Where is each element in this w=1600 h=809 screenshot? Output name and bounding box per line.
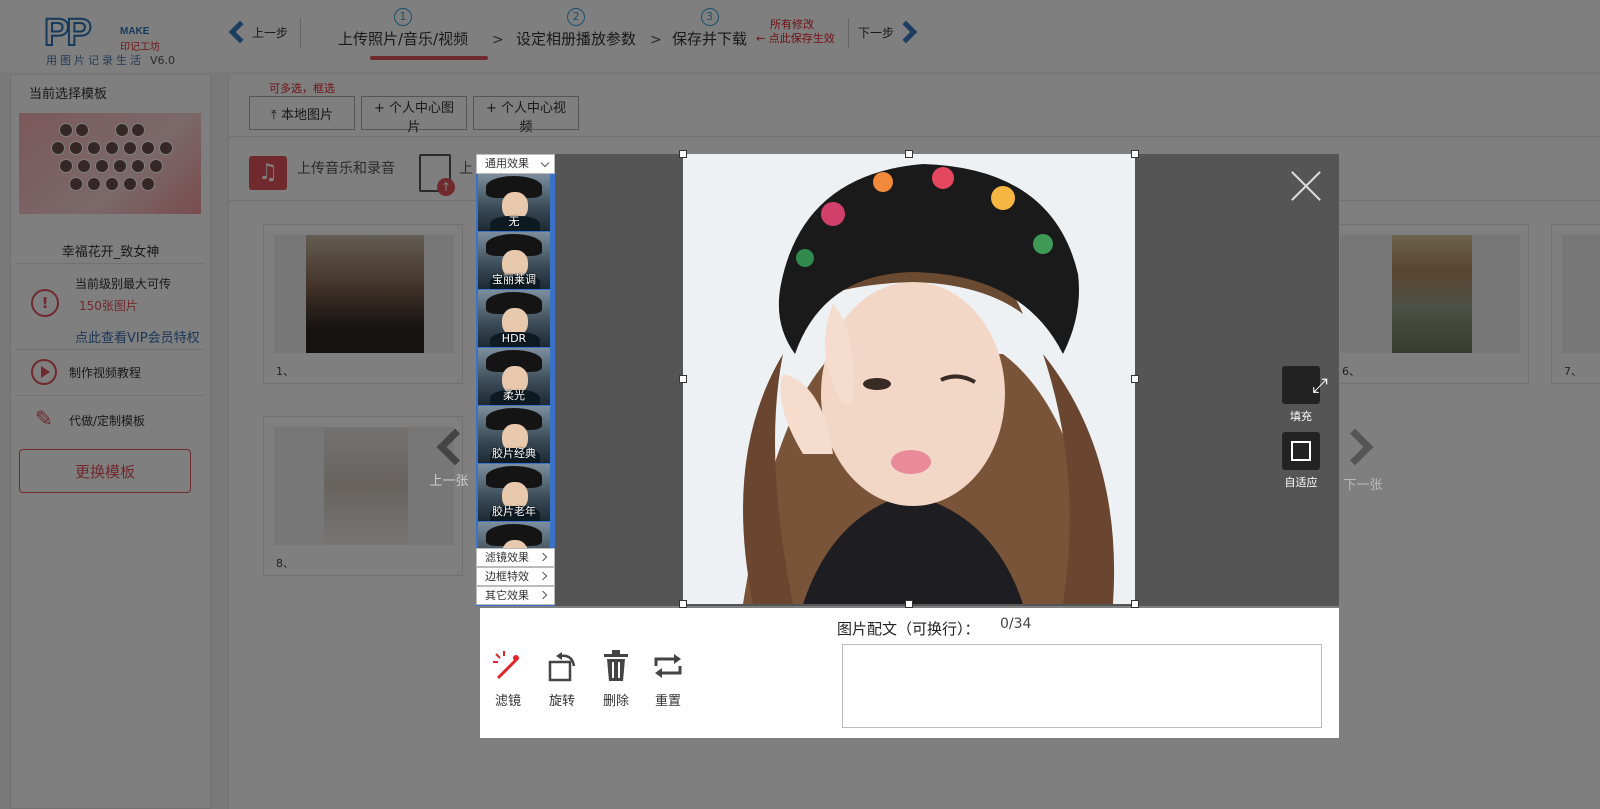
magic-wand-icon xyxy=(490,648,526,684)
rotate-tool-button[interactable]: 旋转 xyxy=(540,648,584,709)
caption-counter: 0/34 xyxy=(1000,616,1032,632)
resize-handle[interactable] xyxy=(1131,600,1139,608)
expand-icon: ⤢ xyxy=(1312,373,1328,397)
effect-none[interactable]: 无 xyxy=(478,174,550,231)
menu-filter-effects[interactable]: 滤镜效果 xyxy=(476,548,555,567)
resize-handle[interactable] xyxy=(1131,375,1139,383)
filter-tool-button[interactable]: 滤镜 xyxy=(486,648,530,709)
effect-more[interactable] xyxy=(478,522,550,548)
editing-photo[interactable] xyxy=(683,154,1135,604)
resize-handle[interactable] xyxy=(905,600,913,608)
portrait-photo xyxy=(683,154,1135,604)
effects-dropdown[interactable]: 通用效果 xyxy=(476,154,555,174)
caption-textarea[interactable] xyxy=(842,644,1322,728)
photo-editor-modal: ⤢ 填充 自适应 通用效果 无 宝丽莱调 HDR 柔光 胶片经典 胶片老年 滤镜… xyxy=(476,150,1339,738)
resize-handle[interactable] xyxy=(679,150,687,158)
effect-soft-light[interactable]: 柔光 xyxy=(478,348,550,405)
repeat-icon xyxy=(650,648,686,684)
trash-icon xyxy=(598,648,634,684)
effects-list[interactable]: 无 宝丽莱调 HDR 柔光 胶片经典 胶片老年 xyxy=(478,174,550,548)
caption-label: 图片配文（可换行）： xyxy=(837,620,980,638)
delete-tool-button[interactable]: 删除 xyxy=(594,648,638,709)
reset-tool-button[interactable]: 重置 xyxy=(646,648,690,709)
effect-film-old[interactable]: 胶片老年 xyxy=(478,464,550,521)
rotate-icon xyxy=(544,648,580,684)
prev-photo-button[interactable]: 上一张 xyxy=(424,428,474,489)
fill-button[interactable]: ⤢ 填充 xyxy=(1279,366,1328,424)
resize-handle[interactable] xyxy=(1131,150,1139,158)
editor-bottom-bar: 滤镜 旋转 删除 重置 图片配文（可换行）： 0/34 xyxy=(480,608,1339,738)
effect-hdr[interactable]: HDR xyxy=(478,290,550,347)
resize-handle[interactable] xyxy=(679,600,687,608)
resize-handle[interactable] xyxy=(905,150,913,158)
fit-button[interactable]: 自适应 xyxy=(1279,432,1323,490)
effects-panel: 通用效果 无 宝丽莱调 HDR 柔光 胶片经典 胶片老年 滤镜效果 边框特效 其… xyxy=(476,154,555,606)
chevron-left-icon xyxy=(436,428,474,466)
effect-polaroid[interactable]: 宝丽莱调 xyxy=(478,232,550,289)
chevron-right-icon xyxy=(1336,428,1374,466)
menu-border-effects[interactable]: 边框特效 xyxy=(476,567,555,586)
close-icon[interactable] xyxy=(1288,168,1324,204)
effect-film-classic[interactable]: 胶片经典 xyxy=(478,406,550,463)
resize-handle[interactable] xyxy=(679,375,687,383)
fit-frame-icon xyxy=(1291,441,1311,461)
next-photo-button[interactable]: 下一张 xyxy=(1336,428,1388,493)
menu-other-effects[interactable]: 其它效果 xyxy=(476,586,555,605)
photo-stage: ⤢ 填充 自适应 通用效果 无 宝丽莱调 HDR 柔光 胶片经典 胶片老年 滤镜… xyxy=(476,150,1339,608)
